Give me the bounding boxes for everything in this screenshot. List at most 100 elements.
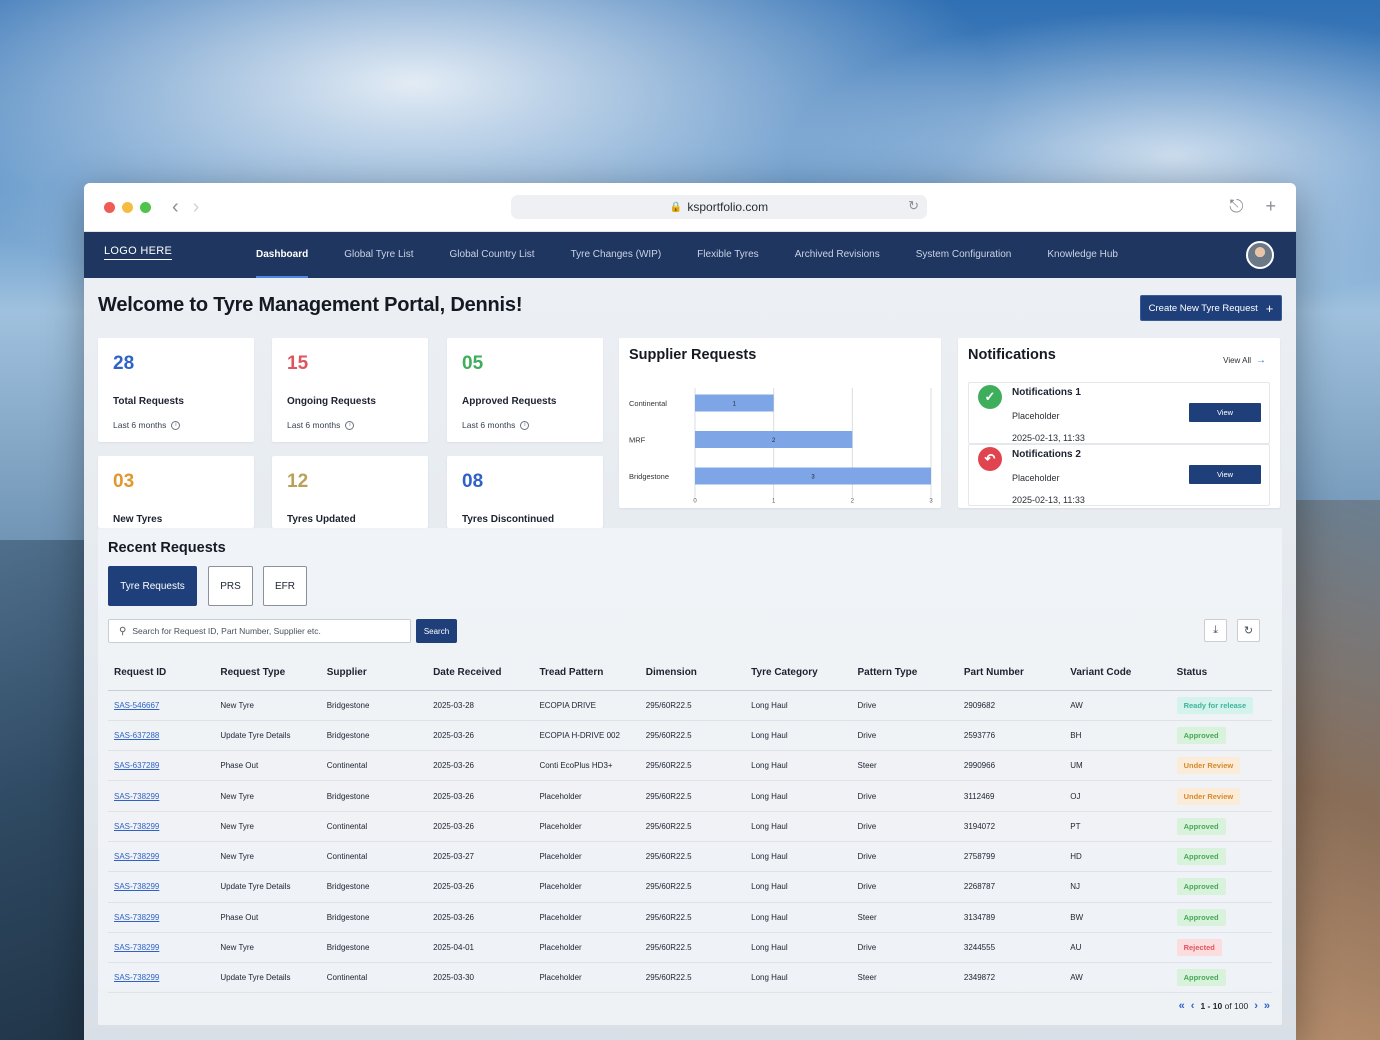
prev-page-icon[interactable]: ‹ — [1191, 1000, 1195, 1012]
browser-window: ‹ › 🔒 ksportfolio.com ↻ ⎋ + LOGO HERE Da… — [84, 183, 1296, 1040]
cell-variant-code: OJ — [1064, 780, 1171, 812]
tab-efr[interactable]: EFR — [263, 566, 307, 606]
table-row[interactable]: SAS-738299 New Tyre Bridgestone 2025-04-01 P… — [108, 932, 1272, 964]
refresh-button[interactable]: ↻ — [1237, 619, 1260, 642]
cell-variant-code: BH — [1064, 720, 1171, 752]
request-id-link[interactable]: SAS-738299 — [114, 913, 159, 922]
stat-value: 12 — [287, 471, 309, 492]
column-header-supplier[interactable]: Supplier — [320, 656, 428, 691]
tab-tyre-requests[interactable]: Tyre Requests — [108, 566, 197, 606]
table-row[interactable]: SAS-738299 Update Tyre Details Bridgestone… — [108, 871, 1272, 903]
logo[interactable]: LOGO HERE — [104, 245, 173, 260]
table-row[interactable]: SAS-738299 New Tyre Continental 2025-03-26 P… — [108, 811, 1272, 842]
view-all-link[interactable]: View All → — [1223, 355, 1266, 366]
avatar[interactable] — [1246, 241, 1274, 269]
table-row[interactable]: SAS-637289 Phase Out Continental 2025-03-26… — [108, 750, 1272, 782]
download-button[interactable]: ⤓ — [1204, 619, 1227, 642]
request-id-link[interactable]: SAS-738299 — [114, 973, 159, 982]
request-id-link[interactable]: SAS-637288 — [114, 731, 159, 740]
stat-value: 05 — [462, 353, 484, 374]
notification-view-button[interactable]: View — [1189, 403, 1261, 422]
info-icon[interactable]: i — [171, 420, 181, 430]
stat-card-tyres-updated[interactable]: 12 Tyres Updated — [272, 456, 428, 528]
maximize-window-dot[interactable] — [140, 202, 151, 213]
column-header-request-type[interactable]: Request Type — [214, 656, 321, 691]
cell-request-id: SAS-546667 — [108, 690, 215, 721]
table-row[interactable]: SAS-738299 New Tyre Bridgestone 2025-03-26 P… — [108, 780, 1272, 812]
cell-request-type: Update Tyre Details — [214, 720, 321, 752]
tab-prs[interactable]: PRS — [208, 566, 253, 606]
table-row[interactable]: SAS-738299 Phase Out Bridgestone 2025-03-26… — [108, 902, 1272, 933]
stat-card-new-tyres[interactable]: 03 New Tyres — [98, 456, 254, 528]
address-bar[interactable]: 🔒 ksportfolio.com ↻ — [511, 195, 927, 219]
request-id-link[interactable]: SAS-738299 — [114, 822, 159, 831]
nav-item-archived-revisions[interactable]: Archived Revisions — [777, 232, 898, 278]
url-text: ksportfolio.com — [687, 200, 769, 214]
info-icon[interactable]: i — [520, 420, 530, 430]
cell-variant-code: NJ — [1064, 871, 1171, 903]
request-id-link[interactable]: SAS-637289 — [114, 761, 159, 770]
request-id-link[interactable]: SAS-738299 — [114, 792, 159, 801]
nav-item-system-configuration[interactable]: System Configuration — [898, 232, 1030, 278]
nav-item-global-country-list[interactable]: Global Country List — [432, 232, 553, 278]
plus-icon: + — [1265, 300, 1274, 316]
supplier-requests-chart: 0 1 2 3Continental 1MRF 2Bridgestone 3 — [629, 388, 933, 505]
info-icon[interactable]: i — [345, 420, 355, 430]
reload-icon[interactable]: ↻ — [908, 198, 919, 214]
stat-label: Ongoing Requests — [287, 396, 376, 407]
notification-view-button[interactable]: View — [1189, 465, 1261, 484]
stat-value: 15 — [287, 353, 309, 374]
column-header-dimension[interactable]: Dimension — [639, 656, 746, 691]
column-header-pattern-type[interactable]: Pattern Type — [851, 656, 958, 691]
stat-value: 08 — [462, 471, 484, 492]
page-range: 1 - 10 — [1200, 1001, 1223, 1011]
back-arrow-icon[interactable]: ‹ — [172, 196, 179, 219]
column-header-tread-pattern[interactable]: Tread Pattern — [533, 656, 640, 691]
stat-period: Last 6 months i — [113, 420, 181, 430]
column-header-request-id[interactable]: Request ID — [108, 656, 215, 691]
stat-card-tyres-discontinued[interactable]: 08 Tyres Discontinued — [447, 456, 603, 528]
new-tab-plus-icon[interactable]: + — [1265, 196, 1276, 217]
cell-pattern-type: Drive — [851, 871, 958, 903]
nav-item-global-tyre-list[interactable]: Global Tyre List — [326, 232, 431, 278]
table-row[interactable]: SAS-546667 New Tyre Bridgestone 2025-03-28 E… — [108, 690, 1272, 721]
create-new-tyre-request-button[interactable]: Create New Tyre Request + — [1140, 295, 1282, 321]
last-page-icon[interactable]: » — [1264, 1000, 1270, 1012]
table-row[interactable]: SAS-637288 Update Tyre Details Bridgestone… — [108, 720, 1272, 752]
cell-request-id: SAS-738299 — [108, 811, 215, 842]
stat-card-ongoing-requests[interactable]: 15 Ongoing Requests Last 6 months i — [272, 338, 428, 442]
search-button[interactable]: Search — [416, 619, 457, 643]
search-field: ⚲ — [108, 619, 411, 643]
next-page-icon[interactable]: › — [1254, 1000, 1258, 1012]
dashboard-content: Welcome to Tyre Management Portal, Denni… — [84, 278, 1296, 1040]
cell-tyre-category: Long Haul — [745, 811, 852, 842]
share-icon[interactable]: ⎋ — [1229, 196, 1243, 217]
request-id-link[interactable]: SAS-546667 — [114, 701, 159, 710]
cell-pattern-type: Drive — [851, 690, 958, 721]
table-row[interactable]: SAS-738299 Update Tyre Details Continental… — [108, 962, 1272, 994]
column-header-date-received[interactable]: Date Received — [427, 656, 534, 691]
cell-request-type: Update Tyre Details — [214, 871, 321, 903]
first-page-icon[interactable]: « — [1179, 1000, 1185, 1012]
cell-status: Approved — [1170, 962, 1272, 994]
column-header-tyre-category[interactable]: Tyre Category — [745, 656, 852, 691]
forward-arrow-icon[interactable]: › — [193, 196, 200, 219]
request-id-link[interactable]: SAS-738299 — [114, 882, 159, 891]
stat-card-approved-requests[interactable]: 05 Approved Requests Last 6 months i — [447, 338, 603, 442]
cell-date-received: 2025-03-26 — [427, 811, 534, 842]
nav-item-tyre-changes-wip[interactable]: Tyre Changes (WIP) — [553, 232, 680, 278]
minimize-window-dot[interactable] — [122, 202, 133, 213]
column-header-variant-code[interactable]: Variant Code — [1064, 656, 1171, 691]
table-row[interactable]: SAS-738299 New Tyre Continental 2025-03-27 P… — [108, 841, 1272, 873]
search-input[interactable] — [132, 626, 393, 636]
nav-item-dashboard[interactable]: Dashboard — [238, 232, 326, 278]
nav-item-knowledge-hub[interactable]: Knowledge Hub — [1029, 232, 1136, 278]
nav-item-flexible-tyres[interactable]: Flexible Tyres — [679, 232, 777, 278]
column-header-status[interactable]: Status — [1170, 656, 1272, 691]
request-id-link[interactable]: SAS-738299 — [114, 943, 159, 952]
close-window-dot[interactable] — [104, 202, 115, 213]
column-header-part-number[interactable]: Part Number — [957, 656, 1065, 691]
stat-card-total-requests[interactable]: 28 Total Requests Last 6 months i — [98, 338, 254, 442]
page-title: Welcome to Tyre Management Portal, Denni… — [98, 294, 523, 316]
request-id-link[interactable]: SAS-738299 — [114, 852, 159, 861]
